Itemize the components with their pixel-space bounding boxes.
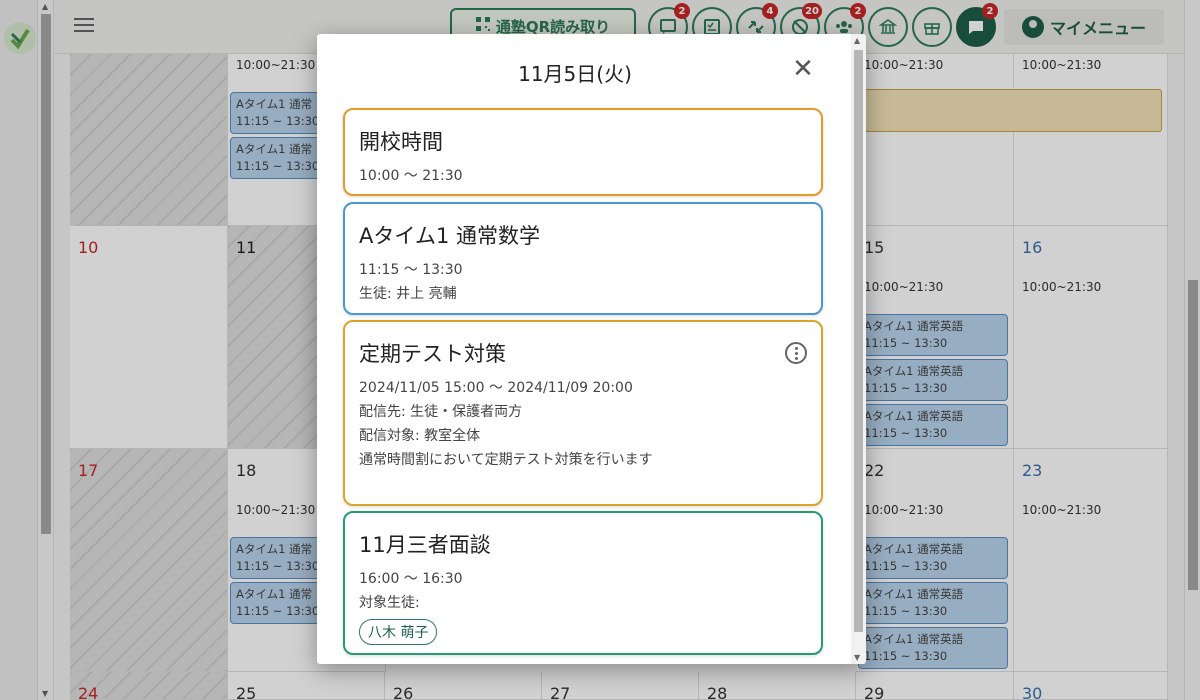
- event-card-lesson[interactable]: Aタイム1 通常数学 11:15 ～ 13:30 生徒: 井上 亮輔: [343, 202, 823, 315]
- dialog-scrollbar[interactable]: ▲ ▼: [851, 34, 866, 664]
- card-delivery-target: 配信先: 生徒・保護者両方: [359, 404, 523, 420]
- dialog-title: 11月5日(火): [518, 62, 632, 86]
- day-detail-dialog: 11月5日(火) ✕ 開校時間 10:00 ～ 21:30 Aタイム1 通常数学…: [317, 34, 866, 664]
- card-period: 2024/11/05 15:00 ～ 2024/11/09 20:00: [359, 380, 633, 396]
- card-time: 11:15 ～ 13:30: [359, 262, 463, 278]
- card-target-students-label: 対象生徒:: [359, 595, 420, 611]
- close-icon[interactable]: ✕: [791, 56, 815, 82]
- card-title: 定期テスト対策: [359, 342, 506, 366]
- card-delivery-scope: 配信対象: 教室全体: [359, 428, 481, 444]
- more-vert-icon[interactable]: [785, 342, 807, 364]
- card-time: 10:00 ～ 21:30: [359, 168, 463, 184]
- student-chip[interactable]: 八木 萌子: [359, 619, 438, 645]
- event-card-opening-hours[interactable]: 開校時間 10:00 ～ 21:30: [343, 108, 823, 196]
- event-card-meeting[interactable]: 11月三者面談 16:00 ～ 16:30 対象生徒: 八木 萌子: [343, 511, 823, 655]
- scroll-up-arrow-icon[interactable]: ▲: [854, 36, 860, 45]
- card-description: 通常時間割において定期テスト対策を行います: [359, 452, 653, 468]
- card-student: 生徒: 井上 亮輔: [359, 286, 457, 302]
- card-title: Aタイム1 通常数学: [359, 224, 540, 248]
- scrollbar-thumb[interactable]: [854, 50, 863, 632]
- card-title: 11月三者面談: [359, 533, 491, 557]
- event-card-notice[interactable]: 定期テスト対策 2024/11/05 15:00 ～ 2024/11/09 20…: [343, 320, 823, 506]
- card-title: 開校時間: [359, 130, 443, 154]
- card-time: 16:00 ～ 16:30: [359, 571, 463, 587]
- scroll-down-arrow-icon[interactable]: ▼: [854, 653, 860, 662]
